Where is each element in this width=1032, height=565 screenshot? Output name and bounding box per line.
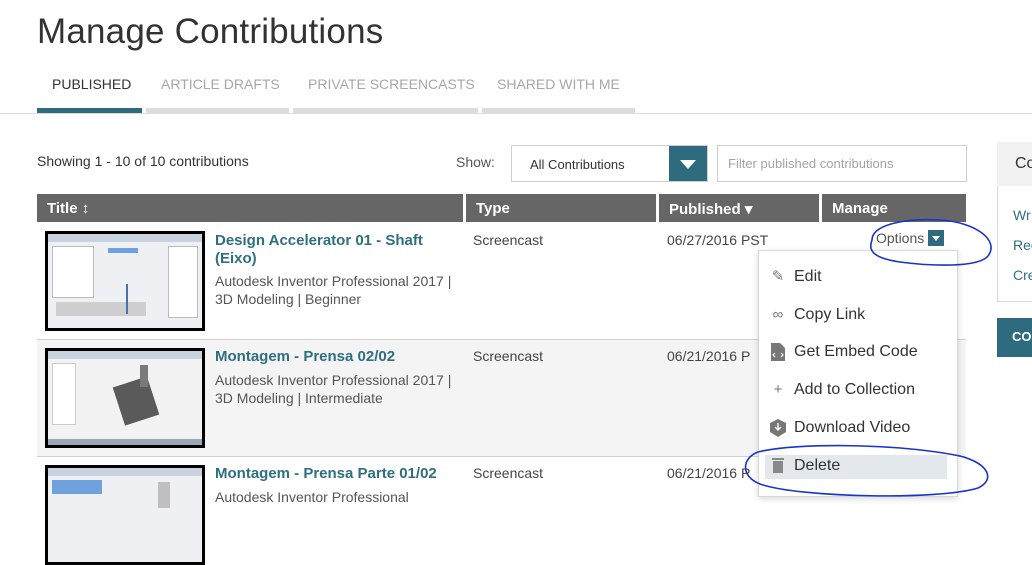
contribution-date: 06/21/2016 P	[667, 348, 751, 364]
column-divider	[819, 194, 822, 222]
options-menu: ✎ Edit ∞ Copy Link Get Embed Code + Add …	[758, 250, 958, 497]
contribution-title-link[interactable]: Montagem - Prensa 02/02	[215, 348, 455, 366]
side-panel-title: Co	[1015, 155, 1032, 172]
column-manage-header: Manage	[832, 200, 888, 217]
side-panel-header: Co	[997, 142, 1032, 186]
tab-article-drafts[interactable]: ARTICLE DRAFTS	[161, 76, 280, 92]
trash-icon	[769, 457, 787, 475]
contribution-title-link[interactable]: Montagem - Prensa Parte 01/02	[215, 465, 455, 483]
menu-item-label: Get Embed Code	[794, 343, 918, 360]
tab-shared-with-me[interactable]: SHARED WITH ME	[497, 76, 620, 92]
menu-item-edit[interactable]: ✎ Edit	[765, 266, 947, 290]
menu-item-label: Add to Collection	[794, 381, 915, 398]
side-action-button[interactable]: CO	[997, 318, 1032, 357]
menu-item-copy-link[interactable]: ∞ Copy Link	[765, 304, 947, 328]
pencil-icon: ✎	[771, 268, 785, 285]
column-title-header[interactable]: Title ↕	[47, 200, 89, 217]
side-link[interactable]: Wr	[1013, 207, 1031, 223]
menu-item-download-video[interactable]: Download Video	[765, 417, 947, 441]
contribution-meta: Autodesk Inventor Professional 2017 | 3D…	[215, 273, 452, 307]
contribution-date: 06/27/2016 PST	[667, 232, 769, 248]
show-label: Show:	[456, 154, 495, 170]
tabs-divider	[0, 113, 1032, 114]
contribution-title-link[interactable]: Design Accelerator 01 - Shaft (Eixo)	[215, 232, 455, 268]
link-icon: ∞	[772, 306, 784, 323]
menu-item-delete[interactable]: Delete	[765, 455, 947, 479]
chevron-down-icon[interactable]	[669, 146, 707, 181]
column-divider	[656, 194, 659, 222]
filter-input[interactable]	[717, 145, 967, 182]
show-filter-select[interactable]: All Contributions	[511, 145, 708, 182]
tab-published[interactable]: PUBLISHED	[52, 76, 131, 92]
caret-down-icon	[928, 230, 945, 246]
download-box-icon	[769, 419, 787, 437]
contribution-meta: Autodesk Inventor Professional	[215, 489, 409, 505]
menu-item-add-to-collection[interactable]: + Add to Collection	[765, 379, 947, 403]
contribution-type: Screencast	[473, 465, 544, 481]
column-type-header: Type	[476, 200, 510, 217]
video-thumbnail[interactable]	[45, 231, 205, 331]
results-count: Showing 1 - 10 of 10 contributions	[37, 153, 249, 169]
plus-icon: +	[773, 381, 783, 398]
side-link[interactable]: Cre	[1013, 267, 1032, 283]
side-action-label: CO	[1012, 329, 1032, 344]
menu-item-label: Edit	[794, 268, 822, 285]
column-divider	[463, 194, 466, 222]
contribution-date: 06/21/2016 P	[667, 465, 751, 481]
menu-item-get-embed-code[interactable]: Get Embed Code	[765, 341, 947, 365]
page-title: Manage Contributions	[37, 12, 384, 51]
contribution-type: Screencast	[473, 232, 544, 248]
video-thumbnail[interactable]	[45, 348, 205, 448]
menu-item-label: Copy Link	[794, 306, 866, 323]
contribution-type: Screencast	[473, 348, 544, 364]
options-button[interactable]: Options	[876, 230, 945, 250]
menu-item-label: Download Video	[794, 419, 911, 436]
column-published-header[interactable]: Published ▾	[669, 200, 752, 218]
show-filter-value: All Contributions	[530, 157, 625, 172]
options-label: Options	[876, 230, 925, 246]
table-header: Title ↕ Type Published ▾ Manage	[37, 194, 966, 222]
video-thumbnail[interactable]	[45, 465, 205, 565]
side-link[interactable]: Rec	[1013, 237, 1032, 253]
menu-item-label: Delete	[794, 457, 841, 474]
code-file-icon	[769, 343, 787, 361]
tab-private-screencasts[interactable]: PRIVATE SCREENCASTS	[308, 76, 475, 92]
contribution-meta: Autodesk Inventor Professional 2017 | 3D…	[215, 372, 452, 406]
